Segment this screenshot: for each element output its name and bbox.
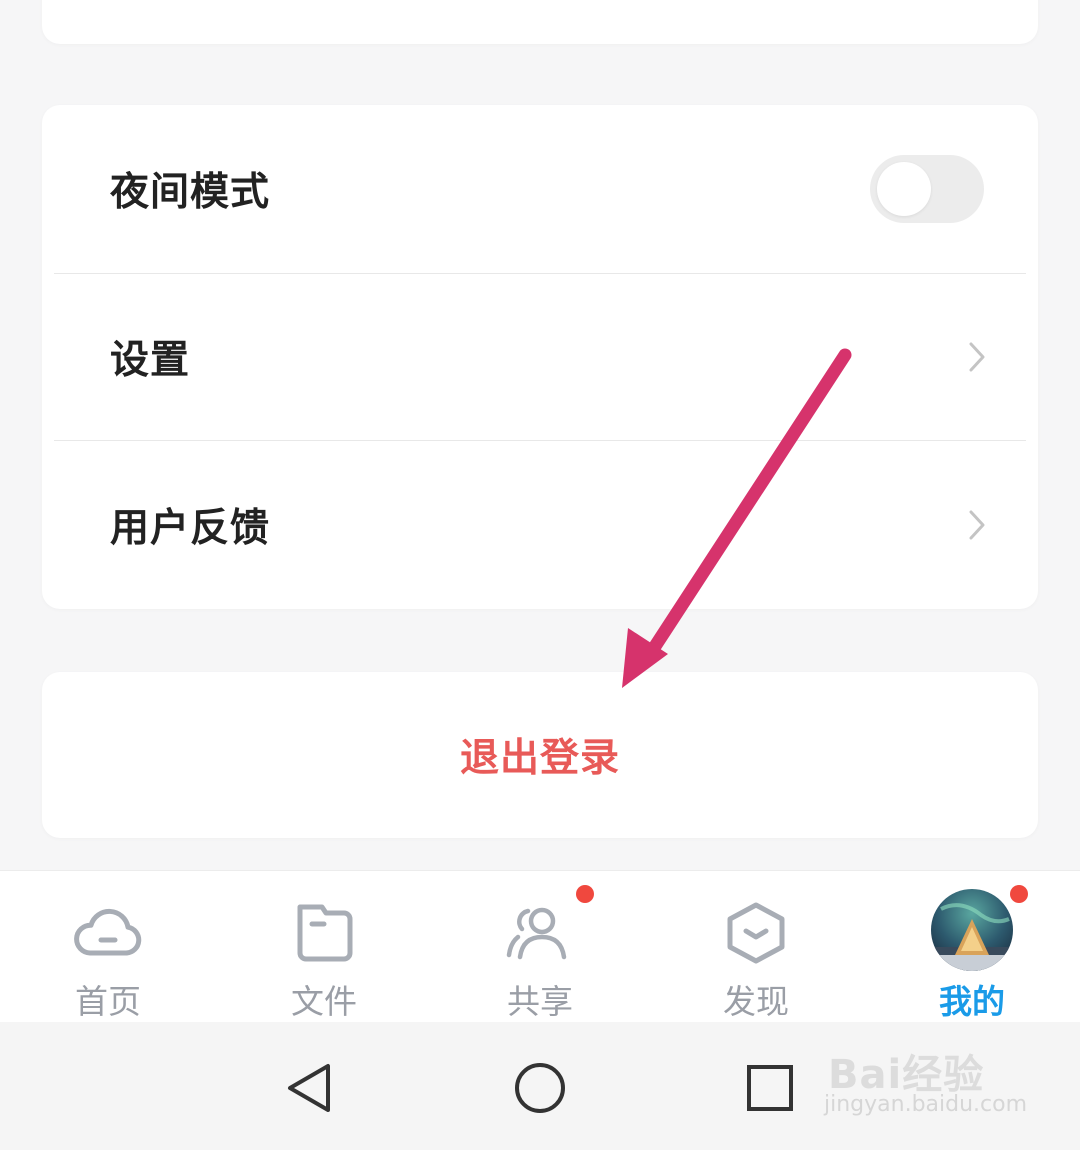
home-icon[interactable] [510,1058,570,1118]
tab-files[interactable]: 文件 [216,871,432,1023]
toggle-knob [877,162,931,216]
recents-icon[interactable] [740,1058,800,1118]
mine-badge-dot [1010,885,1028,903]
menu-item-settings[interactable]: 设置 [42,273,1038,441]
night-mode-toggle[interactable] [870,155,984,223]
menu-card: 夜间模式 设置 用户反馈 [42,105,1038,609]
feedback-label: 用户反馈 [110,506,271,551]
top-card [42,0,1038,44]
chevron-right-icon [969,342,985,372]
tab-mine-label: 我的 [939,982,1005,1021]
bottom-tab-bar: 首页 文件 共享 发现 我的 [0,870,1080,1023]
night-mode-label: 夜间模式 [110,170,271,215]
tab-files-label: 文件 [291,982,357,1021]
tab-home[interactable]: 首页 [0,871,216,1023]
cloud-icon [74,908,142,956]
share-badge-dot [576,885,594,903]
watermark: Bai经验 jingyan.baidu.com [822,1036,1027,1126]
watermark-url: jingyan.baidu.com [824,1092,1028,1117]
tab-discover[interactable]: 发现 [648,871,864,1023]
back-icon[interactable] [280,1058,340,1118]
logout-label: 退出登录 [459,736,620,781]
tab-share-label: 共享 [507,982,573,1021]
menu-item-feedback[interactable]: 用户反馈 [42,441,1038,609]
people-icon [506,907,567,960]
system-nav-bar: Bai经验 jingyan.baidu.com [0,1022,1080,1150]
tab-share[interactable]: 共享 [432,871,648,1023]
logout-button[interactable]: 退出登录 [42,672,1038,838]
tab-discover-label: 发现 [723,982,789,1021]
tab-mine[interactable]: 我的 [864,871,1080,1023]
avatar-image [931,889,1013,971]
menu-item-night-mode[interactable]: 夜间模式 [42,105,1038,273]
chevron-right-icon [969,510,985,540]
avatar [931,889,1013,971]
settings-label: 设置 [110,338,191,383]
tab-home-label: 首页 [75,982,141,1021]
hexagon-icon [727,902,785,964]
folder-icon [297,904,353,962]
